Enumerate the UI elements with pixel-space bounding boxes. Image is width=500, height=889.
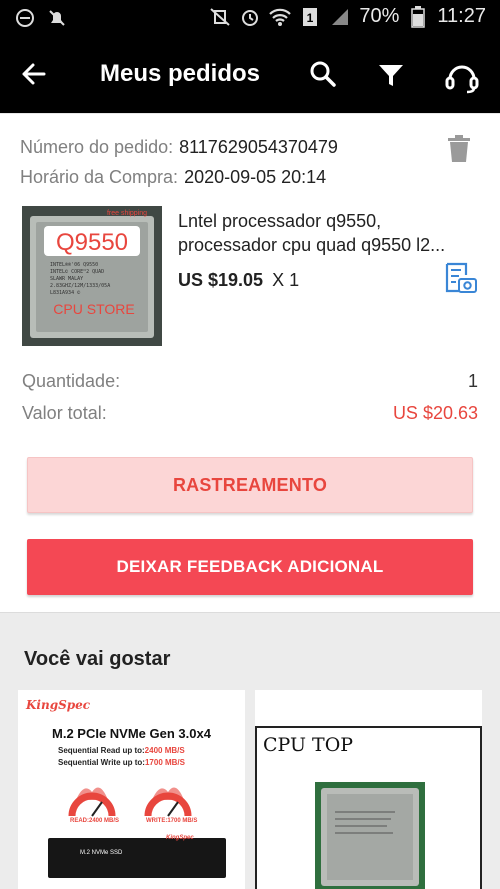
price-quantity: X 1: [272, 270, 300, 290]
cpu-image: [315, 782, 425, 889]
product-thumbnail[interactable]: Q9550 free shipping INTEL®®'06 Q9550 INT…: [22, 206, 162, 346]
brand-logo: KingSpec: [26, 698, 91, 712]
order-info: Número do pedido: 8117629054370479 Horár…: [20, 132, 480, 192]
order-number-label: Número do pedido:: [20, 137, 174, 157]
divider: [0, 113, 500, 114]
notification-muted-icon: [46, 7, 68, 29]
do-not-disturb-icon: [14, 7, 36, 29]
order-number-row: Número do pedido: 8117629054370479: [20, 132, 480, 162]
chip-line: 2.83GHZ/12M/1333/05A: [50, 283, 110, 289]
card-headline: M.2 PCIe NVMe Gen 3.0x4: [52, 726, 211, 741]
gauge-label: WRITE:1700 MB/S: [146, 818, 198, 824]
order-number-value: 8117629054370479: [179, 137, 338, 157]
product-title[interactable]: Lntel processador q9550, processador cpu…: [178, 209, 478, 257]
chip-line: INTEL© CORE™2 QUAD: [50, 269, 104, 275]
card-label: CPU TOP: [263, 734, 354, 756]
product-price: US $19.05 X 1: [178, 270, 299, 291]
recommendation-card[interactable]: CPU TOP: [255, 690, 482, 889]
battery-icon: [407, 5, 429, 28]
quantity-row: Quantidade: 1: [22, 371, 478, 392]
order-time-value: 2020-09-05 20:14: [184, 167, 327, 187]
price-amount: US $19.05: [178, 270, 264, 290]
trash-icon[interactable]: [447, 135, 471, 163]
vibrate-mute-icon: [209, 6, 231, 28]
quantity-value: 1: [467, 371, 478, 391]
sim-icon: 1: [299, 6, 321, 28]
track-button[interactable]: RASTREAMENTO: [27, 457, 473, 513]
chip-line: SLAWR MALAY: [50, 276, 83, 282]
order-time-label: Horário da Compra:: [20, 167, 179, 187]
product-title-line1: Lntel processador q9550,: [178, 211, 382, 231]
total-value: US $20.63: [392, 403, 478, 423]
back-arrow-icon[interactable]: [18, 58, 50, 90]
read-speed: Sequential Read up to:2400 MB/S: [58, 746, 185, 755]
feedback-button[interactable]: DEIXAR FEEDBACK ADICIONAL: [27, 539, 473, 595]
snapshot-icon[interactable]: [444, 261, 478, 295]
signal-icon: [329, 6, 351, 28]
ssd-brand: KingSpec: [166, 835, 194, 841]
recommendation-card[interactable]: KingSpec M.2 PCIe NVMe Gen 3.0x4 Sequent…: [18, 690, 245, 889]
gauge-label: READ:2400 MB/S: [70, 818, 120, 824]
write-speed: Sequential Write up to:1700 MB/S: [58, 758, 185, 767]
alarm-icon: [239, 6, 261, 28]
thumb-badge: free shipping: [107, 210, 147, 217]
total-label: Valor total:: [22, 403, 107, 423]
total-row: Valor total: US $20.63: [22, 403, 478, 424]
thumb-model: Q9550: [56, 229, 128, 256]
clock: 11:27: [437, 5, 486, 27]
filter-icon[interactable]: [374, 58, 408, 92]
quantity-label: Quantidade:: [22, 371, 121, 391]
ssd-label: M.2 NVMe SSD: [80, 850, 123, 856]
headset-icon[interactable]: [443, 58, 479, 94]
thumb-store: CPU STORE: [53, 301, 134, 317]
ssd-image: [48, 838, 226, 878]
wifi-icon: [269, 6, 292, 28]
sim-number: 1: [307, 11, 314, 25]
recommendations-title: Você vai gostar: [24, 648, 171, 670]
chip-line: INTEL®®'06 Q9550: [50, 262, 98, 268]
chip-line: L831A934 ©: [50, 290, 81, 296]
product-title-line2: processador cpu quad q9550 l2...: [178, 235, 446, 255]
search-icon[interactable]: [307, 58, 341, 92]
battery-percent: 70%: [359, 5, 400, 27]
app-bar: Meus pedidos: [0, 36, 500, 113]
status-bar: 1 70% 11:27: [0, 0, 500, 36]
order-time-row: Horário da Compra: 2020-09-05 20:14: [20, 162, 480, 192]
page-title: Meus pedidos: [100, 60, 261, 87]
